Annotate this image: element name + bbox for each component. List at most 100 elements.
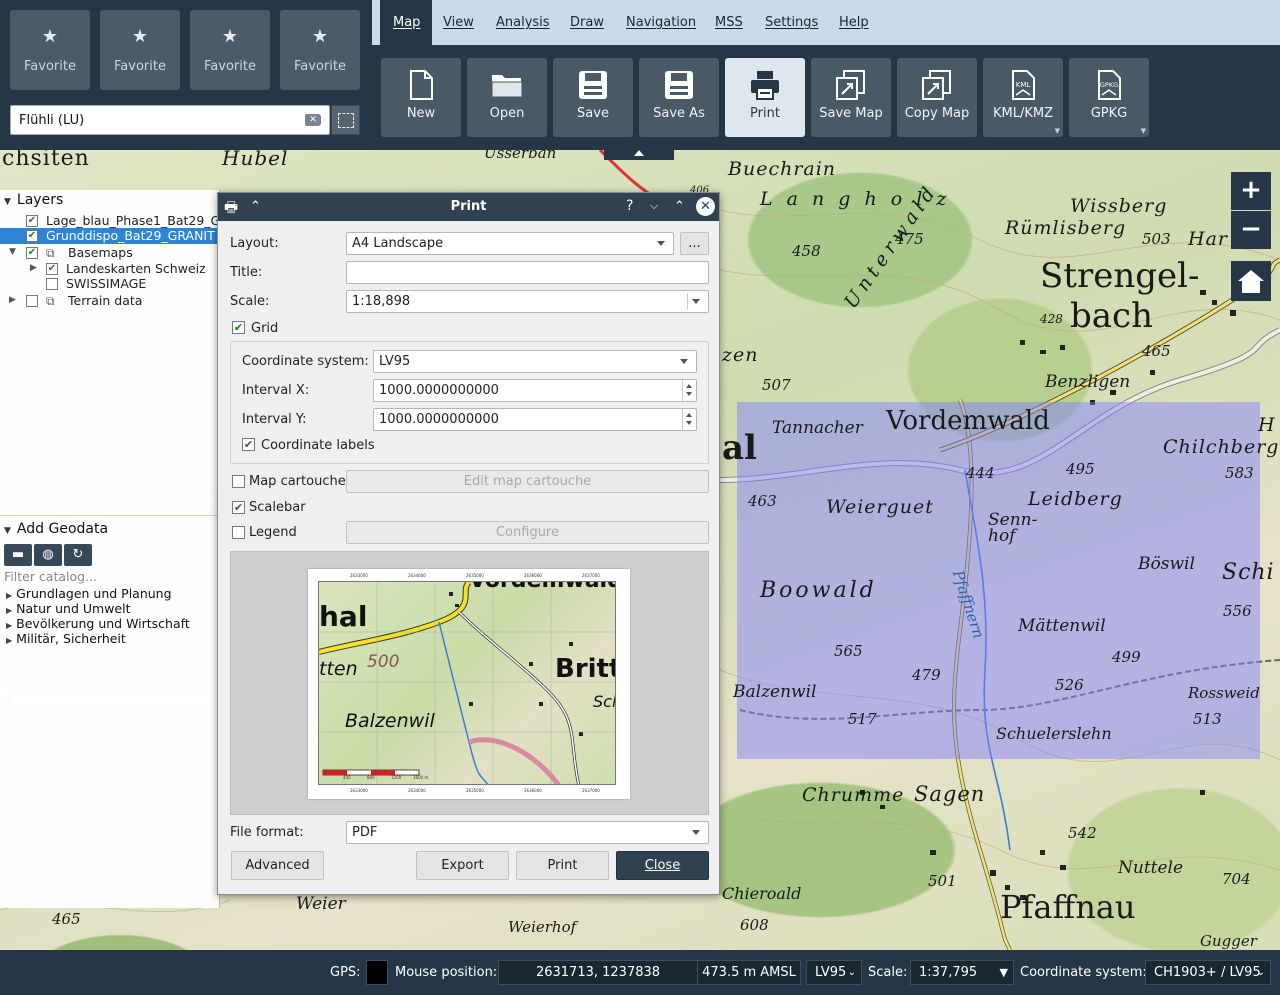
map-label: Chilchberg [1163,436,1280,458]
map-label: Mättenwil [1018,616,1106,636]
gpkg-button[interactable]: GPKG GPKG ▼ [1069,58,1149,137]
search-input[interactable]: Flühli (LU) ✕ [10,105,330,135]
refresh-button[interactable]: ↻ [64,544,92,566]
map-label: Har [1188,228,1228,250]
edit-map-cartouche-button[interactable]: Edit map cartouche [346,470,709,493]
favorite-button-2[interactable]: ★ Favorite [100,10,180,90]
scalebar-checkbox[interactable]: ✔ [232,501,245,514]
file-format-select[interactable]: PDF [346,821,709,844]
kml-kmz-button[interactable]: KML KML/KMZ ▼ [983,58,1063,137]
new-button[interactable]: New [381,58,461,137]
map-label: Weier [296,894,346,914]
menu-navigation[interactable]: Navigation [626,15,696,30]
menu-map[interactable]: Map [393,15,420,30]
spin-arrows-icon[interactable] [682,380,696,401]
grid-checkbox[interactable]: ✔ [232,321,245,334]
menu-analysis[interactable]: Analysis [496,15,550,30]
expand-arrow-icon[interactable]: ▼ [9,247,16,257]
dialog-titlebar[interactable]: 🖶 ⌃ Print ? ⌵ ⌃ ✕ [218,193,719,221]
spin-arrows-icon[interactable] [682,409,696,430]
catalog-item[interactable]: ▶ Bevölkerung und Wirtschaft [6,616,190,631]
home-button[interactable] [1231,261,1271,301]
menu-settings[interactable]: Settings [765,15,818,30]
layout-more-button[interactable]: ... [680,232,709,255]
legend-checkbox[interactable] [232,526,245,539]
configure-legend-button[interactable]: Configure [346,521,709,544]
filter-catalog-input[interactable]: Filter catalog... [4,569,97,584]
map-cartouche-checkbox[interactable] [232,475,245,488]
close-button[interactable]: Close [616,851,709,880]
preview-map-label: Sch [593,692,615,711]
save-map-button[interactable]: Save Map [811,58,891,137]
crs-select[interactable]: LV95 ⌄ [806,960,862,985]
coord-labels-checkbox[interactable]: ✔ [242,438,255,451]
gpkg-file-icon: GPKG [1098,70,1121,100]
layer-checkbox[interactable] [26,295,38,307]
preview-grid-label: 2637000 [582,573,600,578]
map-label: Nuttele [1118,858,1184,878]
save-button[interactable]: Save [553,58,633,137]
export-button[interactable]: Export [416,851,509,880]
menu-draw[interactable]: Draw [570,15,604,30]
map-label: 608 [740,916,769,934]
print-button[interactable]: Print [725,58,805,137]
select-area-button[interactable] [331,105,360,135]
open-button[interactable]: Open [467,58,547,137]
favorite-button-3[interactable]: ★ Favorite [190,10,270,90]
gps-toggle[interactable] [366,960,388,985]
coord-system-select[interactable]: LV95 [373,350,697,373]
advanced-button[interactable]: Advanced [231,851,324,880]
menu-help[interactable]: Help [839,15,869,30]
coord-system-select[interactable]: CH1903+ / LV95 ⌄ [1145,960,1271,985]
maximize-icon[interactable]: ⌃ [674,199,685,214]
layer-row[interactable]: SWISSIMAGE [0,276,220,292]
copy-map-button[interactable]: Copy Map [897,58,977,137]
collapse-toolbar-button[interactable] [604,150,674,160]
print-preview[interactable]: 2633000 2634000 2635000 2636000 2637000 [230,551,709,815]
catalog-item[interactable]: ▶ Natur und Umwelt [6,601,130,616]
scalebar-label: 400 [343,775,351,780]
favorite-button-1[interactable]: ★ Favorite [10,10,90,90]
geodata-header[interactable]: ▼ Add Geodata [4,521,108,537]
favorite-button-4[interactable]: ★ Favorite [280,10,360,90]
grid-settings-group: Coordinate system: LV95 Interval X: 1000… [230,341,709,464]
close-icon[interactable]: ✕ [696,197,715,216]
print-submit-button[interactable]: Print [516,851,609,880]
layer-row-selected[interactable]: ✔ Grunddispo_Bat29_GRANIT [0,228,220,244]
interval-x-spinbox[interactable]: 1000.0000000000 [373,379,697,402]
layer-checkbox[interactable] [46,278,58,290]
open-folder-button[interactable]: ▬ [4,544,32,566]
layer-row[interactable]: ▶ ✔ Landeskarten Schweiz [0,261,220,277]
add-web-service-button[interactable]: ◍ [34,544,62,566]
layer-row[interactable]: ✔ Lage_blau_Phase1_Bat29_GRANIT [0,213,220,229]
home-icon [1238,270,1264,293]
save-as-button[interactable]: Save As [639,58,719,137]
zoom-in-button[interactable]: + [1231,172,1271,210]
layer-checkbox[interactable]: ✔ [26,247,38,259]
layer-checkbox[interactable]: ✔ [26,230,38,242]
layer-checkbox[interactable]: ✔ [26,215,38,227]
scale-select[interactable]: 1:37,795 ▼ [910,960,1014,985]
clear-icon[interactable]: ✕ [305,114,321,126]
new-file-icon [410,70,433,100]
map-label: 444 [966,464,995,482]
catalog-item[interactable]: ▶ Grundlagen und Planung [6,586,172,601]
layer-checkbox[interactable]: ✔ [46,263,58,275]
layer-group-row[interactable]: ▶ ⧉ Terrain data [0,293,220,309]
zoom-out-button[interactable]: − [1231,211,1271,249]
catalog-item[interactable]: ▶ Militär, Sicherheit [6,631,126,646]
map-label: 542 [1068,824,1097,842]
layer-group-row[interactable]: ▼ ✔ ⧉ Basemaps [0,245,220,261]
layers-header[interactable]: ▼ Layers [4,192,63,208]
expand-arrow-icon[interactable]: ▶ [9,295,16,305]
menu-view[interactable]: View [443,15,474,30]
scale-combo[interactable]: 1:18,898 [346,290,709,313]
menu-mss[interactable]: MSS [715,15,743,30]
interval-y-spinbox[interactable]: 1000.0000000000 [373,408,697,431]
layout-select[interactable]: A4 Landscape [346,232,674,255]
help-icon[interactable]: ? [626,198,633,214]
expand-arrow-icon[interactable]: ▶ [30,263,37,273]
map-label: Balzenwil [733,682,817,702]
minimize-icon[interactable]: ⌵ [650,199,658,213]
title-input[interactable] [346,261,709,284]
